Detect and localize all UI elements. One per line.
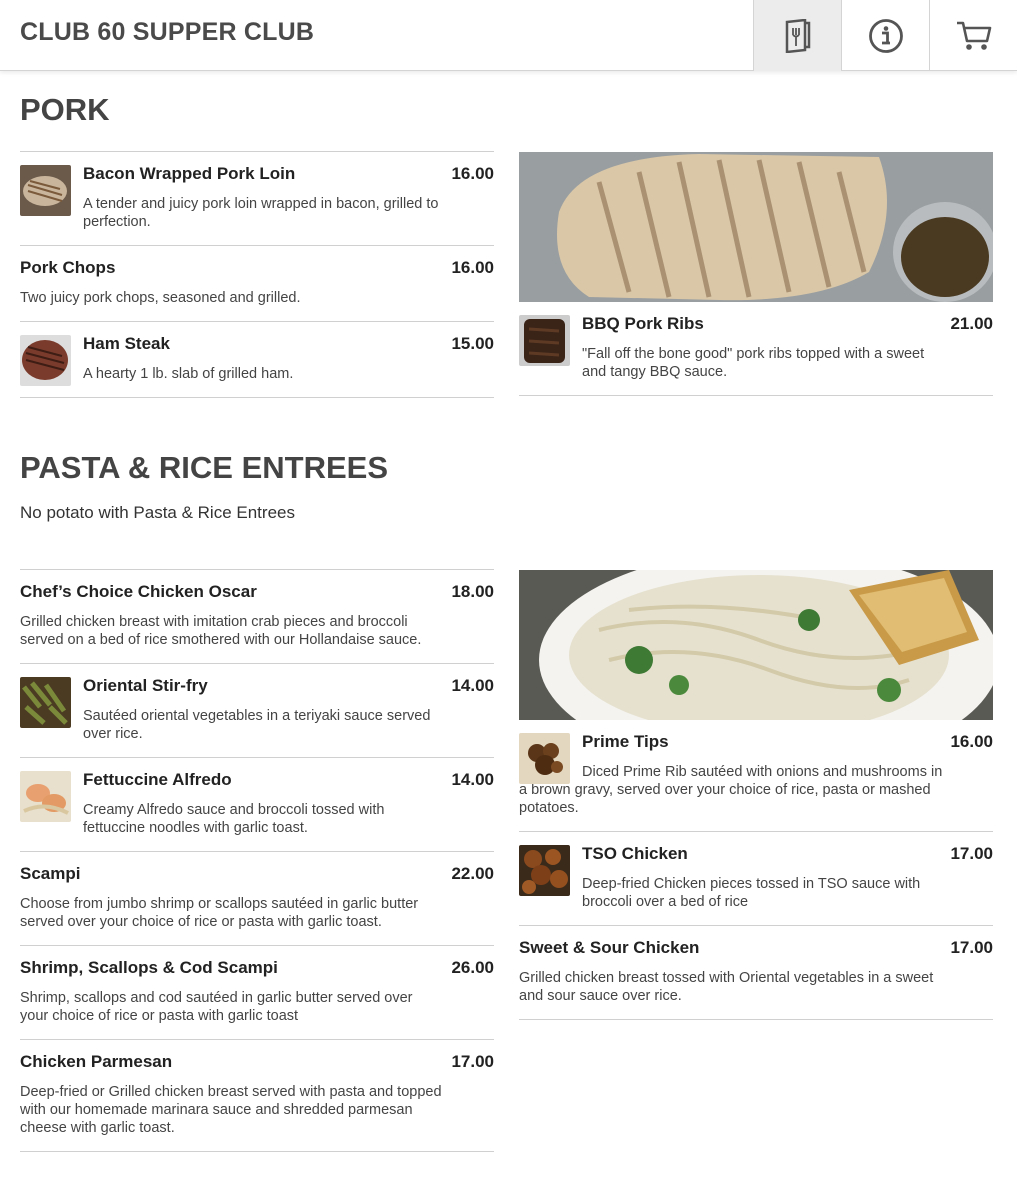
item-name: Bacon Wrapped Pork Loin	[83, 164, 296, 183]
item-description: A hearty 1 lb. slab of grilled ham.	[83, 366, 294, 382]
item-description: Two juicy pork chops, seasoned and grill…	[20, 290, 301, 306]
menu-item[interactable]: Shrimp, Scallops & Cod Scampi 26.00 Shri…	[20, 945, 494, 1039]
item-price: 16.00	[950, 732, 993, 751]
menu-item[interactable]: Chef’s Choice Chicken Oscar 18.00 Grille…	[20, 569, 494, 663]
info-nav-button[interactable]	[841, 0, 929, 71]
restaurant-name[interactable]: CLUB 60 SUPPER CLUB	[20, 18, 314, 47]
menu-item[interactable]: BBQ Pork Ribs 21.00 "Fall off the bone g…	[519, 302, 993, 396]
menu-item[interactable]: Sweet & Sour Chicken 17.00 Grilled chick…	[519, 925, 993, 1020]
item-price: 22.00	[451, 864, 494, 883]
item-name: Oriental Stir-fry	[83, 676, 208, 695]
section-title-pasta-rice: PASTA & RICE ENTREES	[20, 450, 389, 485]
item-name: Scampi	[20, 864, 81, 883]
item-price: 21.00	[950, 314, 993, 333]
item-price: 14.00	[451, 770, 494, 789]
item-description: "Fall off the bone good" pork ribs toppe…	[582, 346, 925, 380]
menu-item[interactable]: Oriental Stir-fry 14.00 Sautéed oriental…	[20, 663, 494, 757]
pork-right-column: BBQ Pork Ribs 21.00 "Fall off the bone g…	[519, 152, 993, 396]
item-price: 14.00	[451, 676, 494, 695]
item-name: Chef’s Choice Chicken Oscar	[20, 582, 257, 601]
item-description: Grilled chicken breast tossed with Orien…	[519, 970, 934, 1004]
menu-item[interactable]: Prime Tips 16.00 Diced Prime Rib sautéed…	[519, 720, 993, 831]
section-note: No potato with Pasta & Rice Entrees	[20, 503, 295, 522]
top-bar: CLUB 60 SUPPER CLUB	[0, 0, 1017, 71]
item-price: 16.00	[451, 164, 494, 183]
item-description: A tender and juicy pork loin wrapped in …	[83, 196, 439, 230]
item-name: Sweet & Sour Chicken	[519, 938, 700, 957]
item-description: Shrimp, scallops and cod sautéed in garl…	[20, 990, 413, 1024]
menu-item[interactable]: Pork Chops 16.00 Two juicy pork chops, s…	[20, 245, 494, 321]
food-thumbnail	[519, 315, 570, 366]
item-price: 17.00	[950, 844, 993, 863]
item-name: Pork Chops	[20, 258, 116, 277]
menu-item[interactable]: Bacon Wrapped Pork Loin 16.00 A tender a…	[20, 151, 494, 245]
item-price: 18.00	[451, 582, 494, 601]
item-description: Creamy Alfredo sauce and broccoli tossed…	[83, 802, 385, 836]
menu-icon	[785, 18, 810, 53]
menu-item[interactable]: TSO Chicken 17.00 Deep-fried Chicken pie…	[519, 831, 993, 925]
info-icon	[868, 18, 903, 53]
item-name: Fettuccine Alfredo	[83, 770, 232, 789]
menu-item[interactable]: Chicken Parmesan 17.00 Deep-fried or Gri…	[20, 1039, 494, 1152]
food-thumbnail	[20, 677, 71, 728]
hero-photo	[519, 570, 993, 720]
hero-photo	[519, 152, 993, 302]
pork-left-column: Bacon Wrapped Pork Loin 16.00 A tender a…	[20, 151, 494, 398]
pasta-left-column: Chef’s Choice Chicken Oscar 18.00 Grille…	[20, 569, 494, 1152]
item-description: Grilled chicken breast with imitation cr…	[20, 614, 422, 648]
item-description: Sautéed oriental vegetables in a teriyak…	[83, 708, 431, 742]
item-description: Diced Prime Rib sautéed with onions and …	[519, 764, 943, 816]
cart-icon	[956, 21, 991, 50]
item-description: Choose from jumbo shrimp or scallops sau…	[20, 896, 419, 930]
food-thumbnail	[20, 165, 71, 216]
item-price: 16.00	[451, 258, 494, 277]
item-name: Shrimp, Scallops & Cod Scampi	[20, 958, 278, 977]
item-name: Chicken Parmesan	[20, 1052, 173, 1071]
food-thumbnail	[20, 335, 71, 386]
item-description: Deep-fried Chicken pieces tossed in TSO …	[582, 876, 921, 910]
cart-nav-button[interactable]	[929, 0, 1017, 71]
item-name: Prime Tips	[582, 732, 669, 751]
item-price: 17.00	[950, 938, 993, 957]
item-name: TSO Chicken	[582, 844, 688, 863]
item-description: Deep-fried or Grilled chicken breast ser…	[20, 1084, 442, 1136]
pasta-right-column: Prime Tips 16.00 Diced Prime Rib sautéed…	[519, 570, 993, 1020]
item-price: 15.00	[451, 334, 494, 353]
section-title-pork: PORK	[20, 92, 110, 127]
item-price: 17.00	[451, 1052, 494, 1071]
food-thumbnail	[519, 733, 570, 784]
menu-nav-button[interactable]	[753, 0, 841, 71]
food-thumbnail	[20, 771, 71, 822]
item-price: 26.00	[451, 958, 494, 977]
item-name: Ham Steak	[83, 334, 170, 353]
menu-item[interactable]: Ham Steak 15.00 A hearty 1 lb. slab of g…	[20, 321, 494, 398]
food-thumbnail	[519, 845, 570, 896]
menu-item[interactable]: Scampi 22.00 Choose from jumbo shrimp or…	[20, 851, 494, 945]
item-name: BBQ Pork Ribs	[582, 314, 704, 333]
menu-item[interactable]: Fettuccine Alfredo 14.00 Creamy Alfredo …	[20, 757, 494, 851]
